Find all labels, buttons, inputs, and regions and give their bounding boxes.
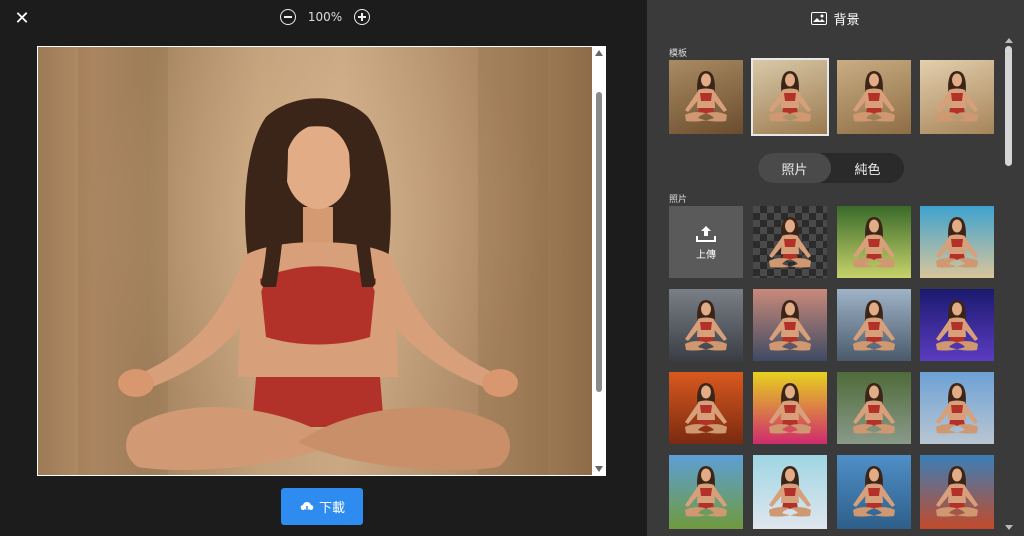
photo-tile-bokeh[interactable] [753,455,827,529]
zoom-out-icon[interactable] [280,9,296,25]
scrollbar-thumb[interactable] [596,92,602,392]
upload-label: 上傳 [696,249,716,261]
template-vignette[interactable] [920,60,994,134]
template-paper-frame[interactable] [837,60,911,134]
photo-tile-bridge[interactable] [920,455,994,529]
photo-tile-lake[interactable] [920,372,994,444]
download-button[interactable]: 下載 [281,488,363,525]
photo-tile-beach[interactable] [920,206,994,278]
cloud-download-icon [300,501,314,513]
upload-icon [696,225,716,242]
photo-tile-skyline[interactable] [837,289,911,361]
zoom-in-icon[interactable] [354,9,370,25]
zoom-level: 100% [307,10,343,24]
photo-tile-sea[interactable] [837,455,911,529]
tab-photo[interactable]: 照片 [758,153,831,183]
upload-button[interactable]: 上傳 [669,206,743,278]
preview-image [38,47,592,475]
photo-tile-transparent[interactable] [753,206,827,278]
zoom-controls: 100% [280,9,370,25]
template-section-label: 模板 [669,49,688,59]
panel-title: 背景 [833,12,860,28]
template-ornate-frame[interactable] [669,60,743,134]
photo-tile-space[interactable] [920,289,994,361]
panel-scrollbar[interactable] [1003,38,1015,530]
photo-tile-mountains[interactable] [669,455,743,529]
scroll-down-icon[interactable] [595,466,603,472]
photo-tile-rainbow[interactable] [753,372,827,444]
close-icon[interactable]: ✕ [12,9,32,29]
panel-header: 背景 [647,0,1024,36]
download-label: 下載 [318,501,345,516]
photo-tile-city-street[interactable] [669,289,743,361]
editor-area: ✕ 100% 下載 [0,0,646,536]
photos-section-label: 照片 [669,195,688,205]
photo-tile-road-forest[interactable] [837,372,911,444]
photo-tile-sunset-city[interactable] [753,289,827,361]
canvas-scrollbar[interactable] [594,50,604,472]
scroll-up-icon[interactable] [595,50,603,56]
scroll-up-icon[interactable] [1005,38,1013,43]
photo-tile-forest[interactable] [837,206,911,278]
background-panel: 背景 模板 照片 純色 照片 上傳 [647,0,1024,536]
photo-tile-autumn[interactable] [669,372,743,444]
tab-solid-color[interactable]: 純色 [831,153,904,183]
template-carved-panel[interactable] [751,58,829,136]
image-icon [811,11,828,25]
scrollbar-thumb[interactable] [1005,46,1012,166]
background-type-toggle: 照片 純色 [758,153,904,183]
image-canvas [37,46,606,476]
scroll-down-icon[interactable] [1005,525,1013,530]
